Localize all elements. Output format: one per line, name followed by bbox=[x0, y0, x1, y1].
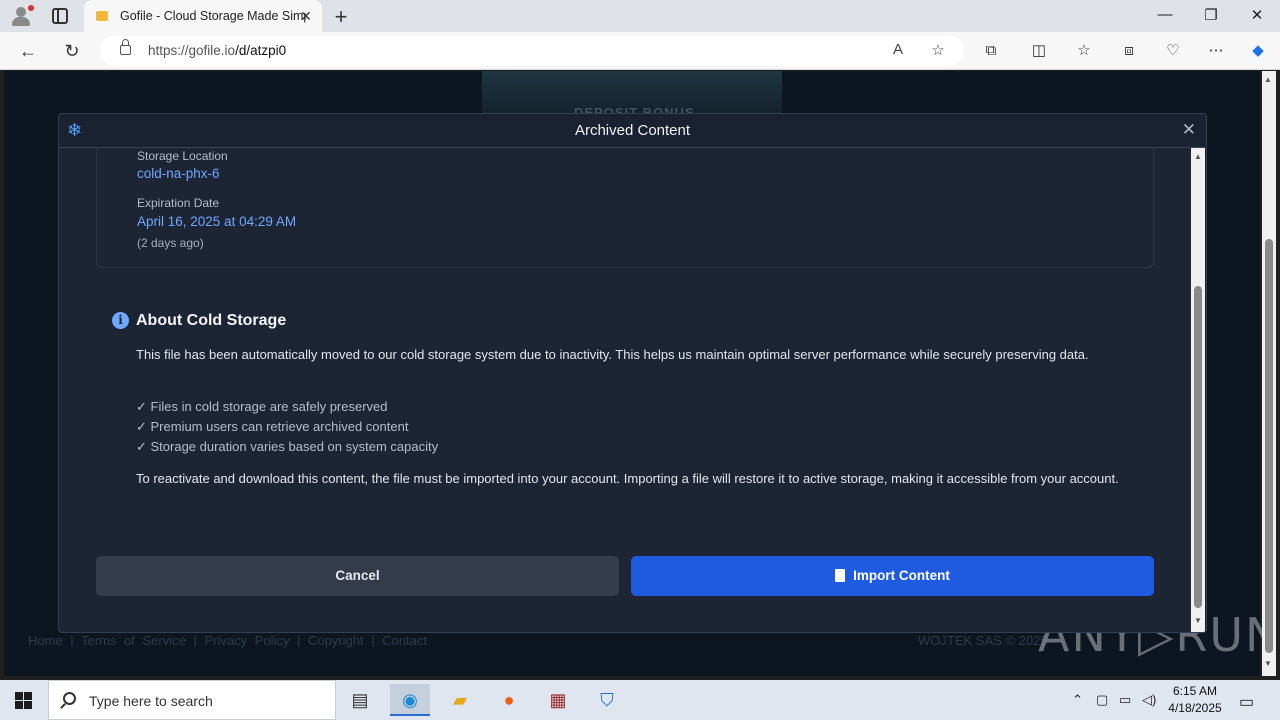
import-content-button[interactable]: Import Content bbox=[631, 556, 1154, 596]
cancel-label: Cancel bbox=[335, 568, 380, 583]
modal-header: ❄ Archived Content ✕ bbox=[59, 114, 1206, 148]
tab-title: Gofile - Cloud Storage Made Simple bbox=[120, 9, 306, 23]
modal-scroll-up-icon[interactable]: ▲ bbox=[1194, 152, 1202, 161]
cold-storage-description: This file has been automatically moved t… bbox=[136, 347, 1089, 362]
ad-banner[interactable]: DEPOSIT BONUS bbox=[482, 71, 782, 120]
scroll-up-icon[interactable]: ▲ bbox=[1264, 75, 1272, 84]
scroll-down-icon[interactable]: ▼ bbox=[1264, 659, 1272, 668]
volume-icon[interactable]: ◁) bbox=[1142, 692, 1156, 708]
tray-device-icon[interactable]: ▢ bbox=[1096, 692, 1108, 708]
new-tab-button[interactable]: + bbox=[330, 4, 352, 30]
split-screen-icon[interactable]: ◫ bbox=[1027, 40, 1051, 62]
clock-time: 6:15 AM bbox=[1172, 684, 1218, 698]
file-info-box bbox=[96, 148, 1154, 268]
edge-icon[interactable]: ◉ bbox=[390, 684, 430, 716]
refresh-icon[interactable]: ↻ bbox=[60, 39, 84, 63]
tab-gofile[interactable]: Gofile - Cloud Storage Made Simple ✕ bbox=[84, 0, 322, 32]
tab-actions-icon[interactable] bbox=[52, 8, 68, 24]
browser-essentials-icon[interactable]: ♡ bbox=[1161, 40, 1185, 62]
expiration-relative: (2 days ago) bbox=[137, 236, 204, 250]
tab-close-icon[interactable]: ✕ bbox=[298, 8, 314, 25]
storage-location-label: Storage Location bbox=[137, 149, 228, 163]
file-explorer-icon[interactable]: ▰ bbox=[440, 684, 480, 716]
search-icon bbox=[63, 692, 76, 705]
lock-icon[interactable] bbox=[120, 39, 131, 55]
taskbar: Type here to search ▤ ◉ ▰ ● ▦ ⛉ ⌃ ▢ ▭ ◁)… bbox=[0, 680, 1280, 720]
restore-button[interactable]: ❐ bbox=[1188, 6, 1234, 24]
expiration-date-label: Expiration Date bbox=[137, 196, 220, 210]
url-text: https://gofile.io/d/atzpi0 bbox=[148, 43, 287, 58]
notifications-icon[interactable]: ▭ bbox=[1239, 692, 1254, 712]
archived-content-modal: ❄ Archived Content ✕ Storage Location co… bbox=[58, 113, 1207, 633]
read-aloud-icon[interactable]: A bbox=[888, 41, 908, 58]
reactivate-description: To reactivate and download this content,… bbox=[136, 471, 1119, 486]
url-field[interactable]: https://gofile.io/d/atzpi0 A ☆ bbox=[100, 36, 964, 66]
close-window-button[interactable]: ✕ bbox=[1234, 6, 1280, 24]
info-icon: i bbox=[112, 312, 129, 329]
firefox-icon[interactable]: ● bbox=[489, 684, 529, 716]
profile-icon[interactable] bbox=[10, 5, 34, 27]
expiration-date-value: April 16, 2025 at 04:29 AM bbox=[137, 214, 297, 229]
modal-scrollbar[interactable]: ▲ ▼ bbox=[1191, 148, 1205, 632]
favorites-icon[interactable]: ☆ bbox=[1072, 40, 1096, 62]
windows-start-icon[interactable] bbox=[15, 692, 32, 709]
check-item: ✓ Files in cold storage are safely prese… bbox=[136, 399, 388, 414]
modal-close-icon[interactable]: ✕ bbox=[1182, 120, 1196, 140]
collections-icon[interactable]: ⧈ bbox=[1117, 40, 1141, 62]
network-icon[interactable]: ▭ bbox=[1119, 692, 1131, 708]
about-cold-storage-heading: About Cold Storage bbox=[136, 312, 287, 329]
favorite-star-icon[interactable]: ☆ bbox=[928, 41, 948, 59]
footer-copyright: WOJTEK SAS © 2025 bbox=[918, 633, 1048, 648]
more-menu-icon[interactable]: ⋯ bbox=[1204, 40, 1228, 62]
file-import-icon bbox=[835, 569, 846, 582]
modal-scrollbar-thumb[interactable] bbox=[1194, 286, 1202, 608]
search-placeholder: Type here to search bbox=[89, 693, 213, 709]
check-item: ✓ Storage duration varies based on syste… bbox=[136, 439, 439, 454]
tray-chevron-icon[interactable]: ⌃ bbox=[1072, 692, 1083, 708]
modal-scroll-down-icon[interactable]: ▼ bbox=[1194, 616, 1202, 625]
minimize-button[interactable]: — bbox=[1142, 6, 1188, 23]
cancel-button[interactable]: Cancel bbox=[96, 556, 619, 596]
footer-links[interactable]: Home | Terms of Service | Privacy Policy… bbox=[28, 633, 427, 648]
page-scrollbar-thumb[interactable] bbox=[1265, 239, 1273, 653]
import-label: Import Content bbox=[853, 568, 950, 583]
storage-location-value: cold-na-phx-6 bbox=[137, 166, 220, 181]
folder-favicon-icon bbox=[96, 11, 108, 21]
extensions-icon[interactable]: ⧉ bbox=[979, 40, 1003, 62]
clock-date: 4/18/2025 bbox=[1168, 701, 1222, 715]
modal-title: Archived Content bbox=[574, 122, 691, 139]
winrar-icon[interactable]: ▦ bbox=[538, 684, 578, 716]
page-scrollbar[interactable]: ▲ ▼ bbox=[1262, 71, 1276, 676]
security-shield-icon[interactable]: ⛉ bbox=[587, 684, 627, 716]
tab-bar: Gofile - Cloud Storage Made Simple ✕ + —… bbox=[0, 0, 1280, 32]
taskbar-search-box[interactable]: Type here to search bbox=[48, 680, 336, 720]
copilot-icon[interactable]: ◆ bbox=[1246, 40, 1270, 62]
taskbar-clock[interactable]: 6:15 AM 4/18/2025 bbox=[1160, 683, 1230, 717]
task-view-icon[interactable]: ▤ bbox=[340, 684, 380, 716]
check-item: ✓ Premium users can retrieve archived co… bbox=[136, 419, 409, 434]
back-arrow-icon[interactable]: ← bbox=[16, 39, 40, 63]
